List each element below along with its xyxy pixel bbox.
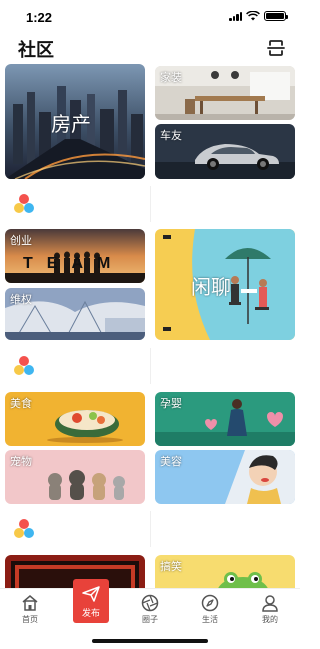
tab-label: 发布 (81, 608, 100, 618)
signal-icon (229, 11, 242, 21)
category-tile-pets[interactable]: 宠物 (5, 450, 145, 504)
tab-label: 首页 (22, 615, 38, 624)
send-icon (82, 586, 100, 602)
scan-icon[interactable] (266, 38, 286, 58)
section-divider (0, 511, 300, 547)
category-tile-startup[interactable]: TEAM 创业 (5, 229, 145, 283)
tile-label: 搞笑 (160, 561, 182, 573)
category-tile-beauty[interactable]: 美容 (155, 450, 295, 504)
aperture-icon (141, 594, 159, 612)
category-tile-rights[interactable]: 维权 (5, 288, 145, 340)
tile-label: 美食 (10, 398, 32, 410)
section-divider (0, 348, 300, 384)
category-tile-home-decor[interactable]: 家装 (155, 66, 295, 120)
section-divider (0, 186, 300, 222)
tile-label: 宠物 (10, 456, 32, 468)
header: 社区 (0, 32, 300, 64)
status-bar: 1:22 (0, 0, 300, 32)
user-icon (262, 595, 278, 612)
tile-label: 孕婴 (160, 398, 182, 410)
category-tile-maternity[interactable]: 孕婴 (155, 392, 295, 446)
tab-life[interactable]: 生活 (180, 589, 240, 629)
home-icon (22, 595, 38, 611)
page-title: 社区 (18, 40, 54, 60)
tab-label: 我的 (262, 615, 278, 624)
category-tile-real-estate[interactable]: 房产 (5, 64, 145, 179)
team-word: TEAM (23, 255, 125, 272)
category-tile-food[interactable]: 美食 (5, 392, 145, 446)
tile-label: 家装 (160, 72, 182, 84)
status-time: 1:22 (26, 10, 53, 25)
tab-publish[interactable]: 发布 (73, 579, 109, 623)
category-tile-chat[interactable]: 闲聊 (155, 229, 295, 340)
category-tile-car-club[interactable]: 车友 (155, 124, 295, 179)
colored-dots-icon (14, 194, 34, 213)
tab-label: 圈子 (142, 615, 158, 624)
colored-dots-icon (14, 519, 34, 538)
tab-home[interactable]: 首页 (0, 589, 60, 629)
tile-label: 美容 (160, 456, 182, 468)
tile-label: 车友 (160, 130, 182, 142)
home-indicator (92, 639, 208, 643)
tab-label: 生活 (202, 615, 218, 624)
colored-dots-icon (14, 356, 34, 375)
tile-label: 创业 (10, 235, 32, 247)
tile-label: 房产 (51, 114, 91, 136)
tab-circle[interactable]: 圈子 (120, 589, 180, 629)
category-tile-funny[interactable]: 搞笑 (155, 555, 295, 588)
tab-mine[interactable]: 我的 (240, 589, 300, 629)
tile-label: 维权 (10, 294, 32, 306)
tile-label: 闲聊 (191, 277, 231, 299)
compass-icon (201, 594, 219, 612)
status-icons (229, 11, 288, 21)
wifi-icon (246, 11, 260, 21)
content-scroll[interactable]: 房产 家装 车友 TEAM 创业 维权 闲聊 美食 孕婴 宠物 美容 搞笑 (0, 64, 300, 588)
battery-icon (264, 11, 288, 21)
